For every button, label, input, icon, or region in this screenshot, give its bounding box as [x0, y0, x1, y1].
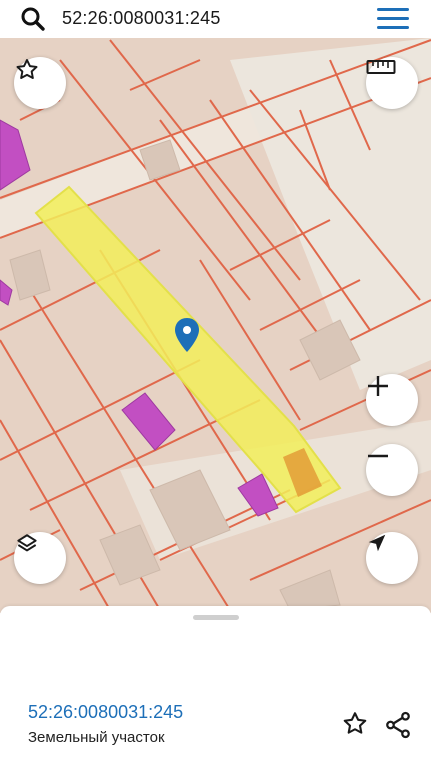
navigation-arrow-icon: [368, 534, 386, 552]
layers-button[interactable]: [14, 532, 66, 584]
favorites-button[interactable]: [14, 57, 66, 109]
sheet-drag-handle[interactable]: [193, 615, 239, 620]
plus-icon: [368, 376, 388, 396]
top-search-bar: 52:26:0080031:245: [0, 0, 431, 38]
star-icon: [16, 59, 38, 79]
search-icon[interactable]: [20, 6, 46, 32]
ruler-icon: [366, 60, 396, 74]
locate-button[interactable]: [366, 532, 418, 584]
zoom-out-button[interactable]: [366, 444, 418, 496]
zoom-in-button[interactable]: [366, 374, 418, 426]
map-canvas: [0, 38, 431, 613]
share-icon[interactable]: [383, 710, 413, 740]
parcel-info-sheet[interactable]: 52:26:0080031:245 Земельный участок: [0, 606, 431, 768]
parcel-cadastral-number: 52:26:0080031:245: [28, 702, 184, 722]
cadastral-map[interactable]: [0, 38, 431, 613]
layers-icon: [17, 534, 37, 552]
hamburger-menu-icon[interactable]: [377, 8, 409, 30]
parcel-type-label: Земельный участок: [28, 729, 165, 746]
ruler-button[interactable]: [366, 57, 418, 109]
search-input[interactable]: 52:26:0080031:245: [62, 8, 221, 29]
minus-icon: [368, 454, 388, 458]
star-icon[interactable]: [340, 710, 370, 738]
